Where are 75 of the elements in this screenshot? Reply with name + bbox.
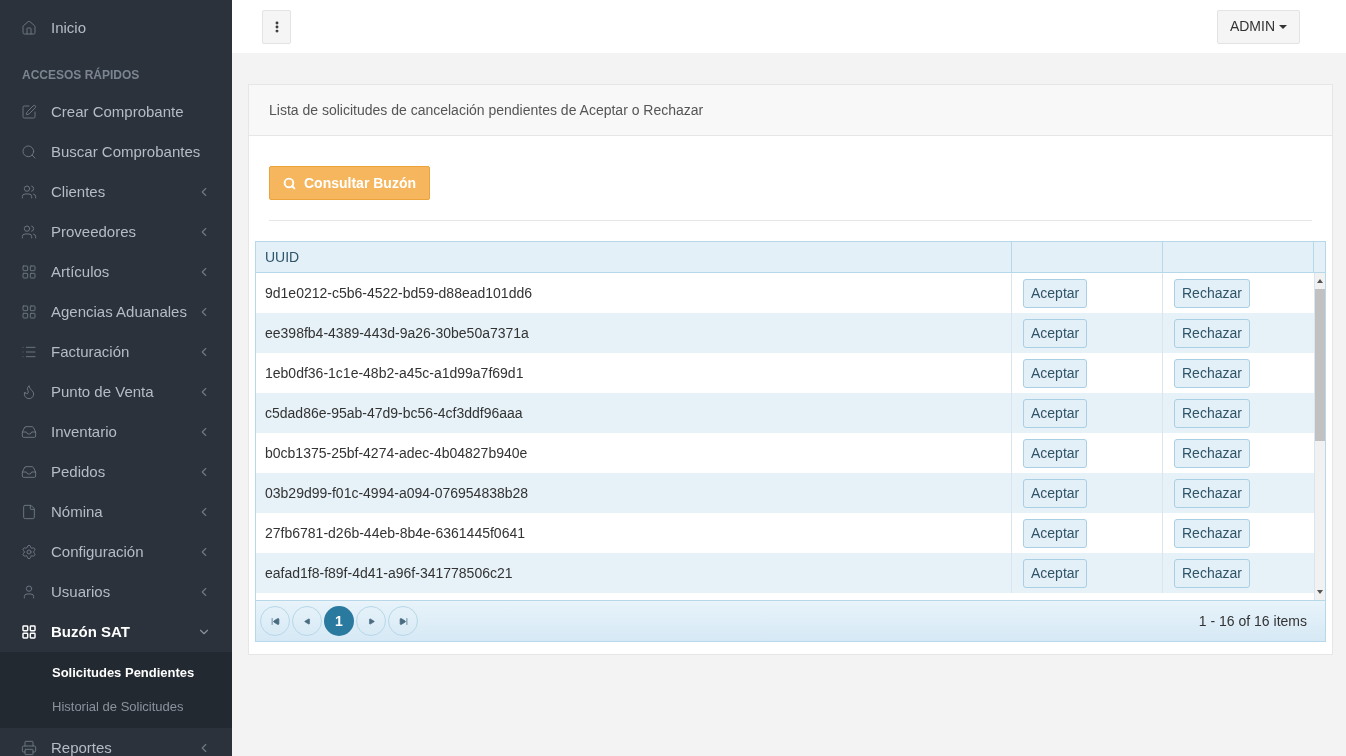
accept-button[interactable]: Aceptar	[1023, 318, 1088, 348]
grid-icon	[21, 264, 37, 280]
grid-icon	[21, 304, 37, 320]
uuid-cell-text: eafad1f8-f89f-4d41-a96f-341778506c21	[265, 563, 513, 583]
accept-button[interactable]: Aceptar	[1023, 398, 1088, 428]
user-menu-button[interactable]: ADMIN	[1216, 9, 1300, 44]
uuid-cell-text: 1eb0df36-1c1e-48b2-a45c-a1d99a7f69d1	[265, 363, 524, 383]
accept-button[interactable]: Aceptar	[1023, 518, 1088, 548]
scroll-up-icon	[1317, 279, 1323, 283]
search-icon	[21, 144, 37, 160]
sidebar-item[interactable]: Proveedores	[0, 212, 232, 252]
menu-button[interactable]	[262, 9, 291, 44]
uuid-cell-text: b0cb1375-25bf-4274-adec-4b04827b940e	[265, 443, 528, 463]
uuid-cell-text: c5dad86e-95ab-47d9-bc56-4cf3ddf96aaa	[265, 403, 523, 423]
sidebar-item[interactable]: Clientes	[0, 172, 232, 212]
uuid-cell-text: 9d1e0212-c5b6-4522-bd59-d88ead101dd6	[265, 283, 533, 303]
sidebar-item[interactable]: Agencias Aduanales	[0, 292, 232, 332]
reject-button[interactable]: Rechazar	[1174, 398, 1250, 428]
reject-button[interactable]: Rechazar	[1174, 438, 1250, 468]
sidebar-item[interactable]: Facturación	[0, 332, 232, 372]
sidebar-item[interactable]: Pedidos	[0, 452, 232, 492]
reject-button[interactable]: Rechazar	[1174, 518, 1250, 548]
next-icon	[367, 617, 375, 625]
last-page-icon	[398, 616, 408, 626]
grid-icon	[21, 624, 37, 640]
scroll-down-icon	[1317, 590, 1323, 594]
submenu-item[interactable]: Historial de Solicitudes	[0, 690, 232, 724]
reject-button[interactable]: Rechazar	[1174, 558, 1250, 588]
settings-icon	[21, 544, 37, 560]
panel-title: Lista de solicitudes de cancelación pendientes de Aceptar o Rechazar	[269, 100, 704, 120]
sidebar-item[interactable]: Inventario	[0, 412, 232, 452]
accept-button[interactable]: Aceptar	[1023, 558, 1088, 588]
sidebar-item[interactable]: Inicio	[0, 8, 232, 48]
accept-button[interactable]: Aceptar	[1023, 358, 1088, 388]
accept-button[interactable]: Aceptar	[1023, 278, 1088, 308]
flame-icon	[21, 384, 37, 400]
user-icon	[21, 584, 37, 600]
section-heading: ACCESOS RÁPIDOS	[22, 68, 140, 82]
pager-summary: 1 - 16 of 16 items	[1198, 611, 1308, 631]
accept-button[interactable]: Aceptar	[1023, 438, 1088, 468]
home-icon	[21, 20, 37, 36]
scroll-thumb[interactable]	[1315, 289, 1325, 441]
file-icon	[21, 504, 37, 520]
users-icon	[21, 224, 37, 240]
accept-button[interactable]: Aceptar	[1023, 478, 1088, 508]
reject-button[interactable]: Rechazar	[1174, 278, 1250, 308]
uuid-cell-text: 27fb6781-d26b-44eb-8b4e-6361445f0641	[265, 523, 525, 543]
printer-icon	[21, 740, 37, 756]
edit-icon	[21, 104, 37, 120]
users-icon	[21, 184, 37, 200]
sidebar-item[interactable]: Configuración	[0, 532, 232, 572]
inbox-icon	[21, 464, 37, 480]
previous-icon	[303, 617, 311, 625]
list-icon	[21, 344, 37, 360]
sidebar-item[interactable]: Buscar Comprobantes	[0, 132, 232, 172]
reject-button[interactable]: Rechazar	[1174, 478, 1250, 508]
sidebar-item[interactable]: Usuarios	[0, 572, 232, 612]
column-header: UUID	[265, 247, 300, 267]
sidebar-item[interactable]: Punto de Venta	[0, 372, 232, 412]
inbox-icon	[21, 424, 37, 440]
reject-button[interactable]: Rechazar	[1174, 358, 1250, 388]
sidebar-item[interactable]: Artículos	[0, 252, 232, 292]
page-button[interactable]: 1	[324, 606, 354, 636]
search-icon	[283, 176, 296, 190]
sidebar-item[interactable]: Buzón SAT	[0, 612, 232, 652]
uuid-cell-text: 03b29d99-f01c-4994-a094-076954838b28	[265, 483, 529, 503]
reject-button[interactable]: Rechazar	[1174, 318, 1250, 348]
sidebar-item[interactable]: Crear Comprobante	[0, 92, 232, 132]
submenu-item[interactable]: Solicitudes Pendientes	[0, 656, 232, 690]
uuid-cell-text: ee398fb4-4389-443d-9a26-30be50a7371a	[265, 323, 529, 343]
sidebar-item[interactable]: Nómina	[0, 492, 232, 532]
caret-icon	[1279, 24, 1287, 29]
first-page-icon	[270, 616, 280, 626]
sidebar-item[interactable]: Reportes	[0, 728, 232, 756]
scrollbar[interactable]	[1314, 273, 1325, 600]
